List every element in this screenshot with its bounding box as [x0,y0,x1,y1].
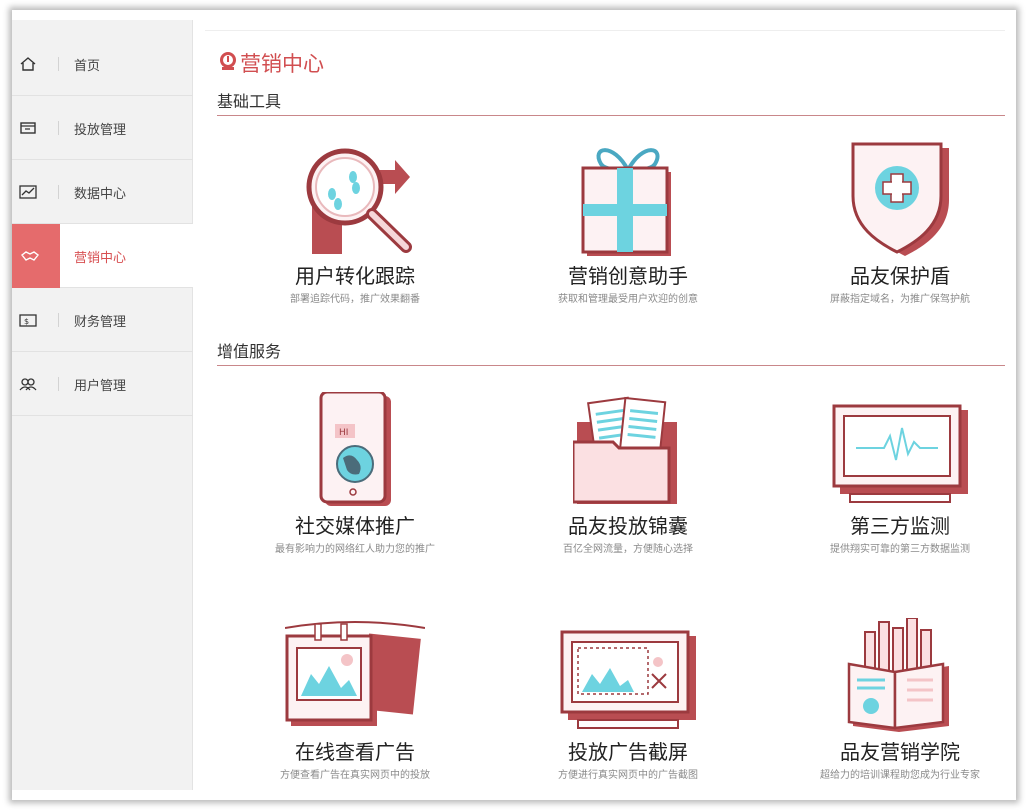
magnifier-footprints-icon [306,148,412,254]
card-description: 提供翔实可靠的第三方数据监测 [830,544,970,555]
card-description: 部署追踪代码，推广效果翻番 [290,294,420,305]
sidebar-item-label: 首页 [74,59,101,74]
card-social-media-promotion[interactable]: HI 社交媒体推广 最有影响力的网络红人助力您的推广 [230,392,480,572]
card-description: 方便进行真实网页中的广告截图 [558,770,698,781]
card-title: 社交媒体推广 [295,514,415,538]
wallet-icon: $ [19,314,37,327]
monitor-icon [832,404,968,503]
card-description: 超给力的培训课程助您成为行业专家 [820,770,980,781]
book-icon [847,618,949,732]
handshake-icon [21,251,39,261]
section-divider [217,115,1005,116]
page-title: 营销中心 [240,52,324,76]
card-description: 百亿全网流量，方便随心选择 [563,544,693,555]
sidebar-item-marketing-center[interactable]: 营销中心 [12,224,193,288]
screenshot-icon [560,630,696,729]
card-title: 营销创意助手 [568,264,688,288]
card-title: 在线查看广告 [295,740,415,764]
gift-box-icon [581,148,671,256]
sidebar-item-ad-placement[interactable]: 投放管理 [12,96,193,160]
sidebar-separator [58,121,59,135]
sidebar-item-label: 财务管理 [74,315,127,330]
shield-icon [851,142,949,256]
sidebar-item-label: 数据中心 [74,187,127,202]
home-icon [20,57,36,71]
card-title: 用户转化跟踪 [295,264,415,288]
card-title: 品友保护盾 [850,264,950,288]
card-pinyou-shield[interactable]: 品友保护盾 屏蔽指定域名，为推广保驾护航 [775,142,1025,322]
card-view-ads-online[interactable]: 在线查看广告 方便查看广告在真实网页中的投放 [230,618,480,798]
sidebar-item-finance[interactable]: $ 财务管理 [12,288,193,352]
card-title: 投放广告截屏 [568,740,688,764]
sidebar-item-home[interactable]: 首页 [12,32,193,96]
card-title: 品友投放锦囊 [568,514,688,538]
sidebar-item-data-center[interactable]: 数据中心 [12,160,193,224]
sidebar-item-user-management[interactable]: 用户管理 [12,352,193,416]
chart-icon [19,185,37,199]
badge-icon [220,52,236,70]
card-marketing-creative-assistant[interactable]: 营销创意助手 获取和管理最受用户欢迎的创意 [503,142,753,322]
card-description: 屏蔽指定域名，为推广保驾护航 [830,294,970,305]
svg-text:HI: HI [339,428,348,438]
section-divider [217,365,1005,366]
section-heading-basic-tools: 基础工具 [217,92,282,111]
sidebar-separator [58,57,59,71]
users-icon [19,378,37,391]
top-divider [205,30,1005,31]
sidebar-separator [58,313,59,327]
card-description: 方便查看广告在真实网页中的投放 [280,770,430,781]
folder-icon [573,396,677,504]
card-third-party-monitoring[interactable]: 第三方监测 提供翔实可靠的第三方数据监测 [775,392,1025,572]
ad-placement-icon [20,122,36,134]
sidebar-item-label: 营销中心 [74,251,127,266]
phone-globe-icon: HI [319,392,391,506]
main-content: 营销中心 基础工具 用户转化跟踪 部署追踪代码，推广效果翻番 营销创意助手 获取… [205,20,1005,790]
card-pinyou-delivery-kit[interactable]: 品友投放锦囊 百亿全网流量，方便随心选择 [503,392,753,572]
sidebar-item-label: 用户管理 [74,379,127,394]
hanging-photos-icon [285,621,425,726]
section-heading-value-added: 增值服务 [217,342,282,361]
sidebar-separator [58,185,59,199]
svg-text:$: $ [24,317,29,326]
sidebar-item-label: 投放管理 [74,123,127,138]
card-description: 获取和管理最受用户欢迎的创意 [558,294,698,305]
card-title: 第三方监测 [850,514,950,538]
card-user-conversion-tracking[interactable]: 用户转化跟踪 部署追踪代码，推广效果翻番 [230,142,480,322]
sidebar: 首页 投放管理 数据中心 营销中心 $ 财务管理 用户管理 [12,20,193,790]
card-pinyou-marketing-academy[interactable]: 品友营销学院 超给力的培训课程助您成为行业专家 [775,618,1025,798]
card-title: 品友营销学院 [840,740,960,764]
card-ad-screenshot[interactable]: 投放广告截屏 方便进行真实网页中的广告截图 [503,618,753,798]
sidebar-separator [58,377,59,391]
card-description: 最有影响力的网络红人助力您的推广 [275,544,435,555]
